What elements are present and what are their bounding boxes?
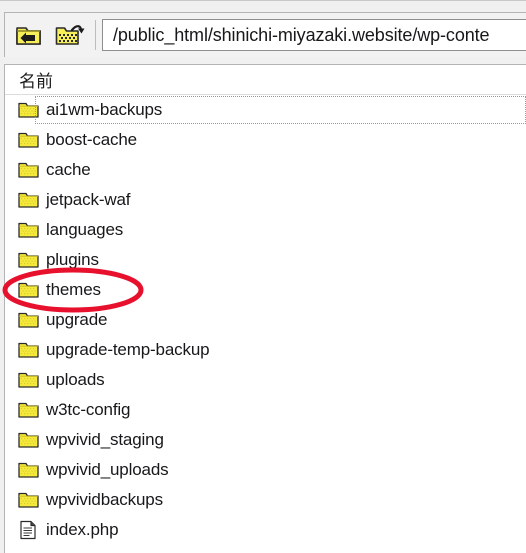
parent-directory-button[interactable] (12, 18, 46, 52)
folder-icon (17, 370, 39, 390)
file-list-row[interactable]: jetpack-waf (5, 185, 526, 215)
folder-icon (17, 400, 39, 420)
refresh-button[interactable] (53, 18, 87, 52)
column-header-row: 名前 (5, 65, 526, 95)
toolbar-inner: /public_html/shinichi-miyazaki.website/w… (4, 12, 526, 57)
file-list-row[interactable]: index.php (5, 515, 526, 545)
document-icon (17, 520, 39, 540)
folder-icon (17, 280, 39, 300)
file-list-row-label: index.php (46, 520, 119, 539)
folder-icon (17, 460, 39, 480)
folder-icon (17, 190, 39, 210)
path-input-value: /public_html/shinichi-miyazaki.website/w… (113, 24, 490, 45)
file-list-row[interactable]: boost-cache (5, 125, 526, 155)
folder-icon (17, 430, 39, 450)
file-list-row-label: cache (46, 160, 91, 179)
file-list-row-label: ai1wm-backups (46, 100, 163, 119)
file-list-row[interactable]: wpvivid_staging (5, 425, 526, 455)
folder-icon (17, 220, 39, 240)
toolbar: /public_html/shinichi-miyazaki.website/w… (0, 0, 526, 64)
file-manager-window: /public_html/shinichi-miyazaki.website/w… (0, 0, 526, 553)
file-list-row[interactable]: wpvivid_uploads (5, 455, 526, 485)
folder-icon (17, 130, 39, 150)
file-list-row[interactable]: wpvividbackups (5, 485, 526, 515)
folder-up-icon (15, 22, 43, 48)
file-list-row-label: upgrade (46, 310, 108, 329)
file-list-row-label: uploads (46, 370, 105, 389)
file-list-row[interactable]: upgrade (5, 305, 526, 335)
folder-icon (17, 340, 39, 360)
file-list-row[interactable]: plugins (5, 245, 526, 275)
file-list-row-label: languages (46, 220, 124, 239)
file-list-row-label: wpvivid_staging (46, 430, 164, 449)
file-list-row[interactable]: upgrade-temp-backup (5, 335, 526, 365)
folder-icon (17, 490, 39, 510)
file-list: ai1wm-backups boost-cache cache jetpack-waf… (5, 95, 526, 545)
file-list-row[interactable]: w3tc-config (5, 395, 526, 425)
file-list-row-label: w3tc-config (46, 400, 131, 419)
file-list-row[interactable]: uploads (5, 365, 526, 395)
file-list-row[interactable]: languages (5, 215, 526, 245)
file-list-row-label: boost-cache (46, 130, 137, 149)
file-list-row-label: jetpack-waf (46, 190, 131, 209)
file-list-row[interactable]: cache (5, 155, 526, 185)
file-list-row[interactable]: themes (5, 275, 526, 305)
folder-icon (17, 310, 39, 330)
file-list-panel: 名前 ai1wm-backups boost-cache cache jetpack-… (4, 64, 526, 553)
file-list-row-label: wpvivid_uploads (46, 460, 169, 479)
folder-refresh-icon (55, 21, 85, 49)
folder-icon (17, 100, 39, 120)
folder-icon (17, 250, 39, 270)
file-list-row-label: plugins (46, 250, 99, 269)
column-header-name[interactable]: 名前 (19, 67, 53, 92)
file-list-row[interactable]: ai1wm-backups (5, 95, 526, 125)
folder-icon (17, 160, 39, 180)
toolbar-separator (95, 20, 96, 50)
file-list-row-label: wpvividbackups (46, 490, 163, 509)
file-list-row-label: upgrade-temp-backup (46, 340, 210, 359)
path-input[interactable]: /public_html/shinichi-miyazaki.website/w… (102, 19, 526, 51)
file-list-row-label: themes (46, 280, 101, 299)
